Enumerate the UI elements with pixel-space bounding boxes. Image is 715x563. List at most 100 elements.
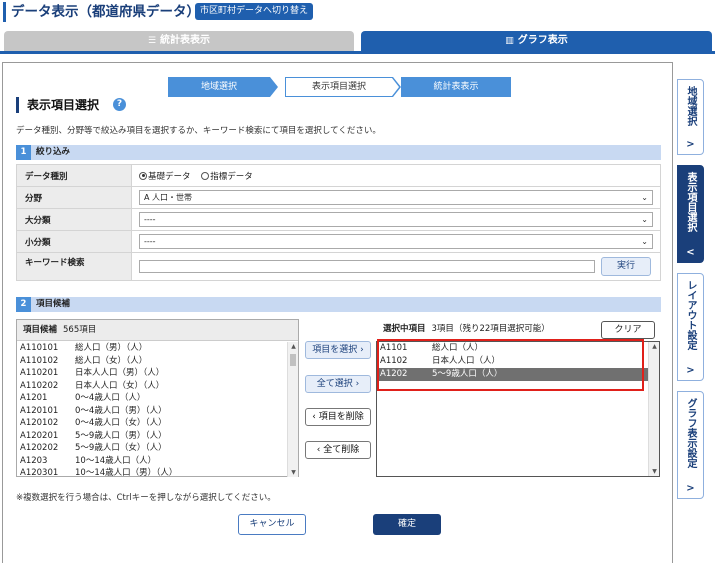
tab-table-view-label: 統計表表示 [160, 35, 211, 46]
step-region[interactable]: 地域選択 [168, 77, 270, 97]
chevron-right-icon: > [686, 483, 695, 494]
multi-select-note: ※複数選択を行う場合は、Ctrlキーを押しながら選択してください。 [16, 493, 276, 503]
list-item[interactable]: A1203 10～14歳人口（人） [17, 455, 287, 468]
header: データ表示（都道府県データ） 市区町村データへ切り替え [0, 0, 715, 27]
field-label: 分野 [16, 186, 132, 209]
candidate-section-title: 項目候補 [36, 299, 71, 309]
radio-unselected-icon [201, 171, 210, 180]
select-item-button[interactable]: 項目を選択 › [305, 341, 371, 359]
tab-underline [0, 51, 715, 54]
scrollbar-thumb[interactable] [290, 354, 296, 366]
section-description: データ種別、分野等で絞込み項目を選択するか、キーワード検索にて項目を選択してくだ… [16, 126, 381, 136]
scroll-down-icon[interactable]: ▼ [649, 468, 660, 475]
section-title: 表示項目選択 [27, 98, 100, 112]
keyword-input[interactable] [139, 260, 595, 273]
list-item[interactable]: A120202 5～9歳人口（女）（人） [17, 442, 287, 455]
list-item[interactable]: A120201 5～9歳人口（男）（人） [17, 430, 287, 443]
bar-chart-icon: ▥ [505, 36, 514, 46]
item-name: 0～4歳人口（人） [75, 393, 146, 403]
side-tab-graph-settings-label: グラフ表示設定 [685, 398, 696, 468]
page: データ表示（都道府県データ） 市区町村データへ切り替え ☰ 統計表表示 ▥ グラフ表… [0, 0, 715, 563]
confirm-button[interactable]: 確定 [373, 514, 441, 535]
data-type-label: データ種別 [16, 164, 132, 187]
select-all-label: 全て選択 [316, 379, 353, 389]
chevron-down-icon: ⌄ [641, 237, 648, 246]
tab-graph-view-label: グラフ表示 [517, 35, 568, 46]
item-code: A110102 [20, 355, 59, 366]
tab-graph-view[interactable]: ▥ グラフ表示 [361, 31, 712, 51]
list-item[interactable]: A110101 総人口（男）（人） [17, 342, 287, 355]
item-code: A1201 [20, 393, 48, 403]
header-accent-bar [3, 2, 6, 22]
candidate-section-number: 2 [16, 297, 31, 312]
candidate-list-title: 項目候補 [23, 325, 58, 335]
list-item[interactable]: A1201 0～4歳人口（人） [17, 392, 287, 405]
item-name: 10～14歳人口（男）（人） [75, 468, 178, 477]
select-item-label: 項目を選択 [312, 345, 358, 355]
item-name: 0～4歳人口（女）（人） [75, 418, 167, 428]
chevron-left-icon: ‹ [316, 445, 321, 455]
list-item[interactable]: A110102 総人口（女）（人） [17, 355, 287, 368]
item-code: A120101 [20, 405, 59, 416]
chevron-left-icon: < [686, 247, 695, 258]
side-tab-layout[interactable]: レイアウト設定 > [677, 273, 704, 381]
item-code: A120102 [20, 418, 59, 428]
item-code: A1203 [20, 455, 48, 466]
item-name: 0～4歳人口（男）（人） [75, 405, 167, 416]
side-tab-items-label: 表示項目選択 [685, 172, 696, 232]
radio-indicator-data[interactable]: 指標データ [201, 170, 253, 182]
major-category-label: 大分類 [16, 208, 132, 231]
side-tab-graph-settings[interactable]: グラフ表示設定 > [677, 391, 704, 499]
clear-button[interactable]: クリア [601, 321, 655, 339]
side-tab-region-label: 地域選択 [685, 86, 696, 126]
selected-count: 3項目 [431, 324, 454, 334]
chevron-right-icon: > [686, 365, 695, 376]
switch-municipal-button[interactable]: 市区町村データへ切り替え [195, 3, 314, 20]
help-icon[interactable]: ? [113, 98, 126, 111]
radio-basic-data[interactable]: 基礎データ [139, 170, 191, 182]
chevron-down-icon: ⌄ [641, 215, 648, 224]
step-arrow-inner [392, 78, 399, 96]
candidate-list[interactable]: A110101 総人口（男）（人） A110102 総人口（女）（人） A11020… [17, 342, 287, 477]
minor-category-select[interactable]: ---- ⌄ [139, 234, 653, 249]
select-all-button[interactable]: 全て選択 › [305, 375, 371, 393]
scroll-up-icon[interactable]: ▲ [288, 343, 299, 350]
item-name: 日本人人口（男）（人） [75, 368, 165, 378]
list-item[interactable]: A120301 10～14歳人口（男）（人） [17, 467, 287, 477]
keyword-label: キーワード検索 [16, 252, 132, 281]
filter-section-title: 絞り込み [36, 147, 71, 157]
remove-item-button[interactable]: ‹ 項目を削除 [305, 408, 371, 426]
scroll-up-icon[interactable]: ▲ [649, 343, 660, 350]
major-category-select[interactable]: ---- ⌄ [139, 212, 653, 227]
candidate-section-header: 2 項目候補 [16, 297, 661, 312]
chevron-right-icon: > [686, 139, 695, 150]
field-select-value: A 人口・世帯 [144, 193, 193, 202]
cancel-button[interactable]: キャンセル [238, 514, 306, 535]
candidate-listbox[interactable]: 項目候補 565項目 A110101 総人口（男）（人） A110102 総人口（女）… [16, 319, 299, 477]
field-select[interactable]: A 人口・世帯 ⌄ [139, 190, 653, 205]
tab-table-view[interactable]: ☰ 統計表表示 [4, 31, 354, 51]
step-items: 表示項目選択 [285, 77, 393, 97]
chevron-right-icon: › [360, 345, 364, 355]
main-panel: 地域選択 表示項目選択 統計表表示 表示項目選択 ? データ種別、分野等で絞込み… [2, 62, 673, 563]
item-name: 日本人人口（女）（人） [75, 380, 165, 391]
list-item[interactable]: A110201 日本人人口（男）（人） [17, 367, 287, 380]
minor-category-label: 小分類 [16, 230, 132, 253]
scroll-down-icon[interactable]: ▼ [288, 469, 299, 476]
annotation-highlight-box [377, 339, 644, 391]
item-code: A110201 [20, 368, 59, 378]
list-item[interactable]: A110202 日本人人口（女）（人） [17, 380, 287, 393]
list-item[interactable]: A120101 0～4歳人口（男）（人） [17, 405, 287, 418]
selected-scrollbar[interactable]: ▲ ▼ [648, 342, 659, 476]
side-tab-region[interactable]: 地域選択 > [677, 79, 704, 155]
candidate-scrollbar[interactable]: ▲ ▼ [287, 342, 298, 477]
list-item[interactable]: A120102 0～4歳人口（女）（人） [17, 417, 287, 430]
item-name: 10～14歳人口（人） [75, 455, 157, 466]
item-name: 総人口（男）（人） [75, 343, 148, 353]
step-table[interactable]: 統計表表示 [401, 77, 511, 97]
side-tab-items[interactable]: 表示項目選択 < [677, 165, 704, 263]
item-code: A120301 [20, 468, 59, 477]
remove-all-button[interactable]: ‹ 全て削除 [305, 441, 371, 459]
keyword-run-button[interactable]: 実行 [601, 257, 651, 276]
page-title: データ表示（都道府県データ） [11, 4, 200, 20]
